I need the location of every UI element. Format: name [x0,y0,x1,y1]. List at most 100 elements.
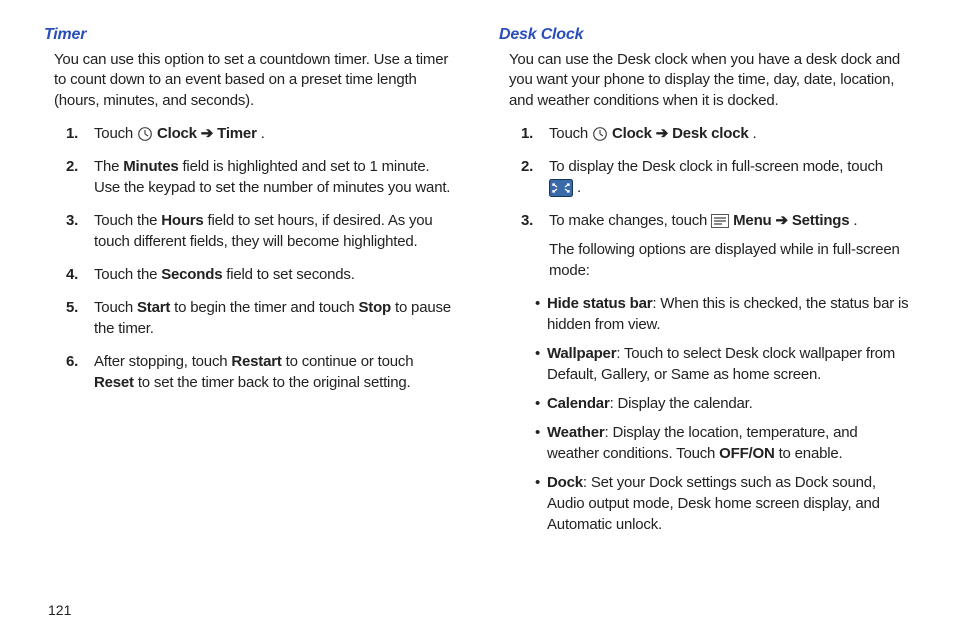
bullet-icon: • [535,422,547,464]
bullet-text: Wallpaper: Touch to select Desk clock wa… [547,343,910,385]
bold-text: Weather [547,424,605,441]
bullet-text: Weather: Display the location, temperatu… [547,422,910,464]
list-item: •Calendar: Display the calendar. [535,393,910,414]
step-text: Touch Start to begin the timer and touch… [94,297,455,339]
text: . [853,212,857,229]
text: Touch [94,125,137,142]
step-number: 5. [66,297,94,339]
step-text: Touch Clock ➔ Timer . [94,123,455,144]
timer-heading: Timer [44,26,455,44]
text: field to set seconds. [222,266,354,283]
step-text: The Minutes field is highlighted and set… [94,156,455,198]
step-text: Touch the Hours field to set hours, if d… [94,210,455,252]
timer-intro: You can use this option to set a countdo… [54,50,455,111]
text: . [753,125,757,142]
right-column: Desk Clock You can use the Desk clock wh… [477,26,910,628]
step-number: 3. [66,210,94,252]
deskclock-heading: Desk Clock [499,26,910,44]
text: to begin the timer and touch [170,299,358,316]
bold-text: Hide status bar [547,295,652,312]
step-number: 6. [66,351,94,393]
text: to continue or touch [282,353,414,370]
list-item: •Hide status bar: When this is checked, … [535,293,910,335]
fullscreen-icon [549,179,573,197]
text: . [261,125,265,142]
bold-text: Desk clock [672,125,748,142]
text: Touch the [94,212,161,229]
timer-steps: 1. Touch Clock ➔ Timer . 2. The Minutes … [44,123,455,393]
text: Touch [94,299,137,316]
bold-text: Wallpaper [547,345,616,362]
bullet-text: Hide status bar: When this is checked, t… [547,293,910,335]
bold-text: Clock [157,125,197,142]
list-item: 1. Touch Clock ➔ Timer . [66,123,455,144]
list-item: 1. Touch Clock ➔ Desk clock . [521,123,910,144]
bold-text: Restart [231,353,281,370]
step-text: To display the Desk clock in full-screen… [549,156,910,198]
step-text: Touch Clock ➔ Desk clock . [549,123,910,144]
step-text: To make changes, touch Menu ➔ Settings .… [549,210,910,281]
bullet-icon: • [535,293,547,335]
list-item: 6. After stopping, touch Restart to cont… [66,351,455,393]
bold-text: Settings [792,212,850,229]
clock-icon [137,126,153,142]
bold-text: OFF/ON [719,445,774,462]
text: The following options are displayed whil… [549,241,900,279]
list-item: •Weather: Display the location, temperat… [535,422,910,464]
step-number: 2. [66,156,94,198]
step-number: 1. [521,123,549,144]
step-text: After stopping, touch Restart to continu… [94,351,455,393]
clock-icon [592,126,608,142]
manual-page: Timer You can use this option to set a c… [0,0,954,636]
bold-text: Menu [733,212,771,229]
arrow-icon: ➔ [775,212,791,229]
list-item: 5. Touch Start to begin the timer and to… [66,297,455,339]
deskclock-intro: You can use the Desk clock when you have… [509,50,910,111]
bullet-icon: • [535,343,547,385]
text: : Set your Dock settings such as Dock so… [547,474,880,533]
bullet-text: Dock: Set your Dock settings such as Doc… [547,472,910,535]
bold-text: Hours [161,212,203,229]
bold-text: Dock [547,474,583,491]
list-item: 4. Touch the Seconds field to set second… [66,264,455,285]
bullet-text: Calendar: Display the calendar. [547,393,910,414]
bullet-icon: • [535,472,547,535]
step-number: 4. [66,264,94,285]
deskclock-options: •Hide status bar: When this is checked, … [499,293,910,535]
page-number: 121 [48,602,71,618]
bold-text: Calendar [547,395,610,412]
text: The [94,158,123,175]
text: To display the Desk clock in full-screen… [549,158,883,175]
bold-text: Timer [217,125,257,142]
arrow-icon: ➔ [656,125,672,142]
bullet-icon: • [535,393,547,414]
step-number: 3. [521,210,549,281]
text: Touch the [94,266,161,283]
list-item: 2. To display the Desk clock in full-scr… [521,156,910,198]
list-item: 3. Touch the Hours field to set hours, i… [66,210,455,252]
text: To make changes, touch [549,212,711,229]
bold-text: Reset [94,374,134,391]
arrow-icon: ➔ [201,125,217,142]
text: . [577,179,581,196]
text: : Display the calendar. [610,395,753,412]
bold-text: Start [137,299,170,316]
bold-text: Stop [358,299,391,316]
text: to enable. [775,445,843,462]
step-number: 2. [521,156,549,198]
list-item: •Dock: Set your Dock settings such as Do… [535,472,910,535]
bold-text: Clock [612,125,652,142]
step-number: 1. [66,123,94,144]
bold-text: Seconds [161,266,222,283]
list-item: •Wallpaper: Touch to select Desk clock w… [535,343,910,385]
step-text: Touch the Seconds field to set seconds. [94,264,455,285]
text: Touch [549,125,592,142]
text: to set the timer back to the original se… [134,374,411,391]
left-column: Timer You can use this option to set a c… [44,26,477,628]
bold-text: Minutes [123,158,178,175]
list-item: 2. The Minutes field is highlighted and … [66,156,455,198]
list-item: 3. To make changes, touch Menu ➔ Setting… [521,210,910,281]
text: After stopping, touch [94,353,231,370]
deskclock-steps: 1. Touch Clock ➔ Desk clock . 2. To disp… [499,123,910,281]
menu-icon [711,214,729,228]
